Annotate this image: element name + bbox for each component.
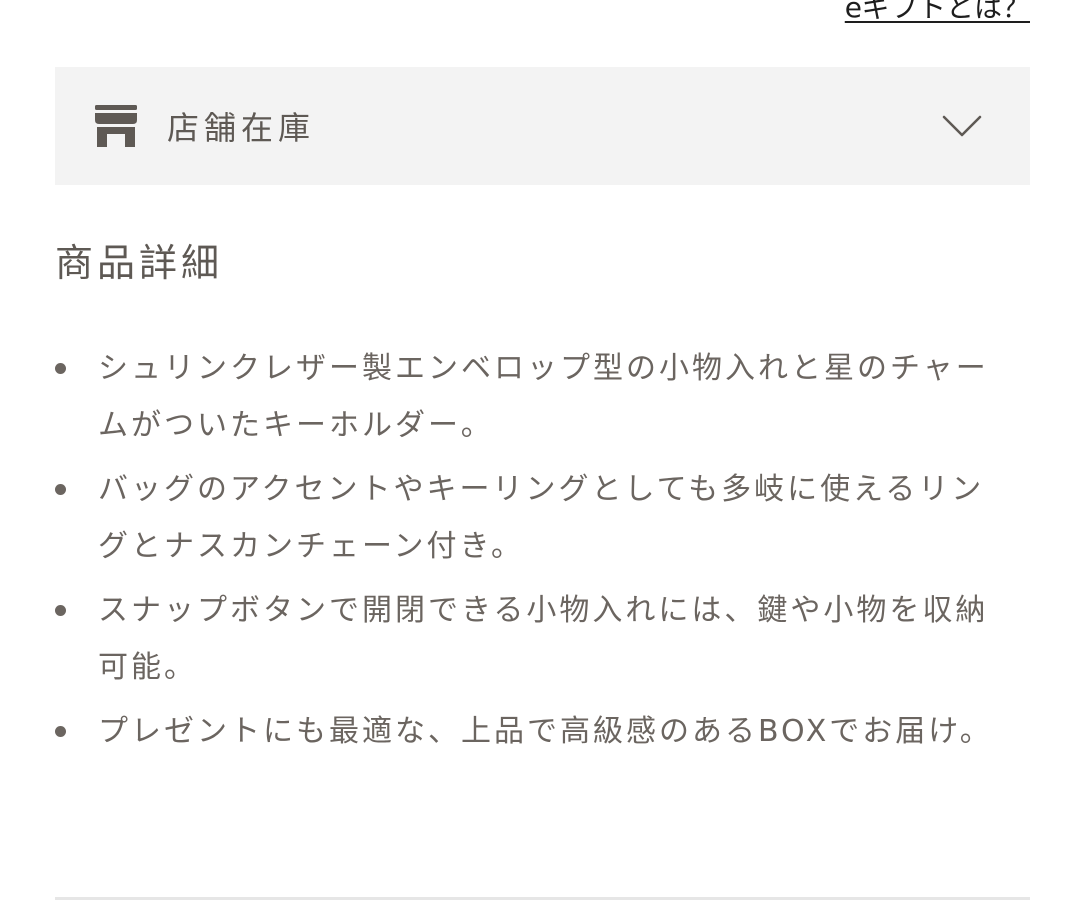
store-stock-label: 店舗在庫 (167, 109, 316, 147)
product-details-heading: 商品詳細 (55, 241, 224, 285)
list-item: シュリンクレザー製エンベロップ型の小物入れと星のチャームがついたキーホルダー。 (55, 340, 1010, 454)
list-item-text: バッグのアクセントやキーリングとしても多岐に使えるリングとナスカンチェーン付き。 (98, 472, 985, 564)
list-item: プレゼントにも最適な、上品で高級感のあるBOXでお届け。 (55, 703, 1010, 760)
bullet-icon (55, 363, 66, 374)
store-stock-accordion[interactable]: 店舗在庫 (55, 67, 1030, 185)
bullet-icon (55, 726, 66, 737)
list-item: バッグのアクセントやキーリングとしても多岐に使えるリングとナスカンチェーン付き。 (55, 461, 1010, 575)
egift-info-link[interactable]: eギフトとは？ (845, 0, 1030, 26)
bullet-icon (55, 605, 66, 616)
list-item: スナップボタンで開閉できる小物入れには、鍵や小物を収納可能。 (55, 582, 1010, 696)
list-item-text: プレゼントにも最適な、上品で高級感のあるBOXでお届け。 (98, 714, 993, 749)
store-icon (93, 103, 139, 149)
list-item-text: シュリンクレザー製エンベロップ型の小物入れと星のチャームがついたキーホルダー。 (98, 351, 989, 443)
chevron-down-icon[interactable] (940, 104, 984, 148)
list-item-text: スナップボタンで開閉できる小物入れには、鍵や小物を収納可能。 (98, 593, 989, 685)
section-divider (55, 897, 1030, 900)
bullet-icon (55, 484, 66, 495)
product-detail-page: eギフトとは？ 店舗在庫 商品詳細 シュリンクレザー製エンベロップ型の小物入れと… (0, 0, 1080, 914)
product-details-list: シュリンクレザー製エンベロップ型の小物入れと星のチャームがついたキーホルダー。 … (55, 340, 1010, 767)
